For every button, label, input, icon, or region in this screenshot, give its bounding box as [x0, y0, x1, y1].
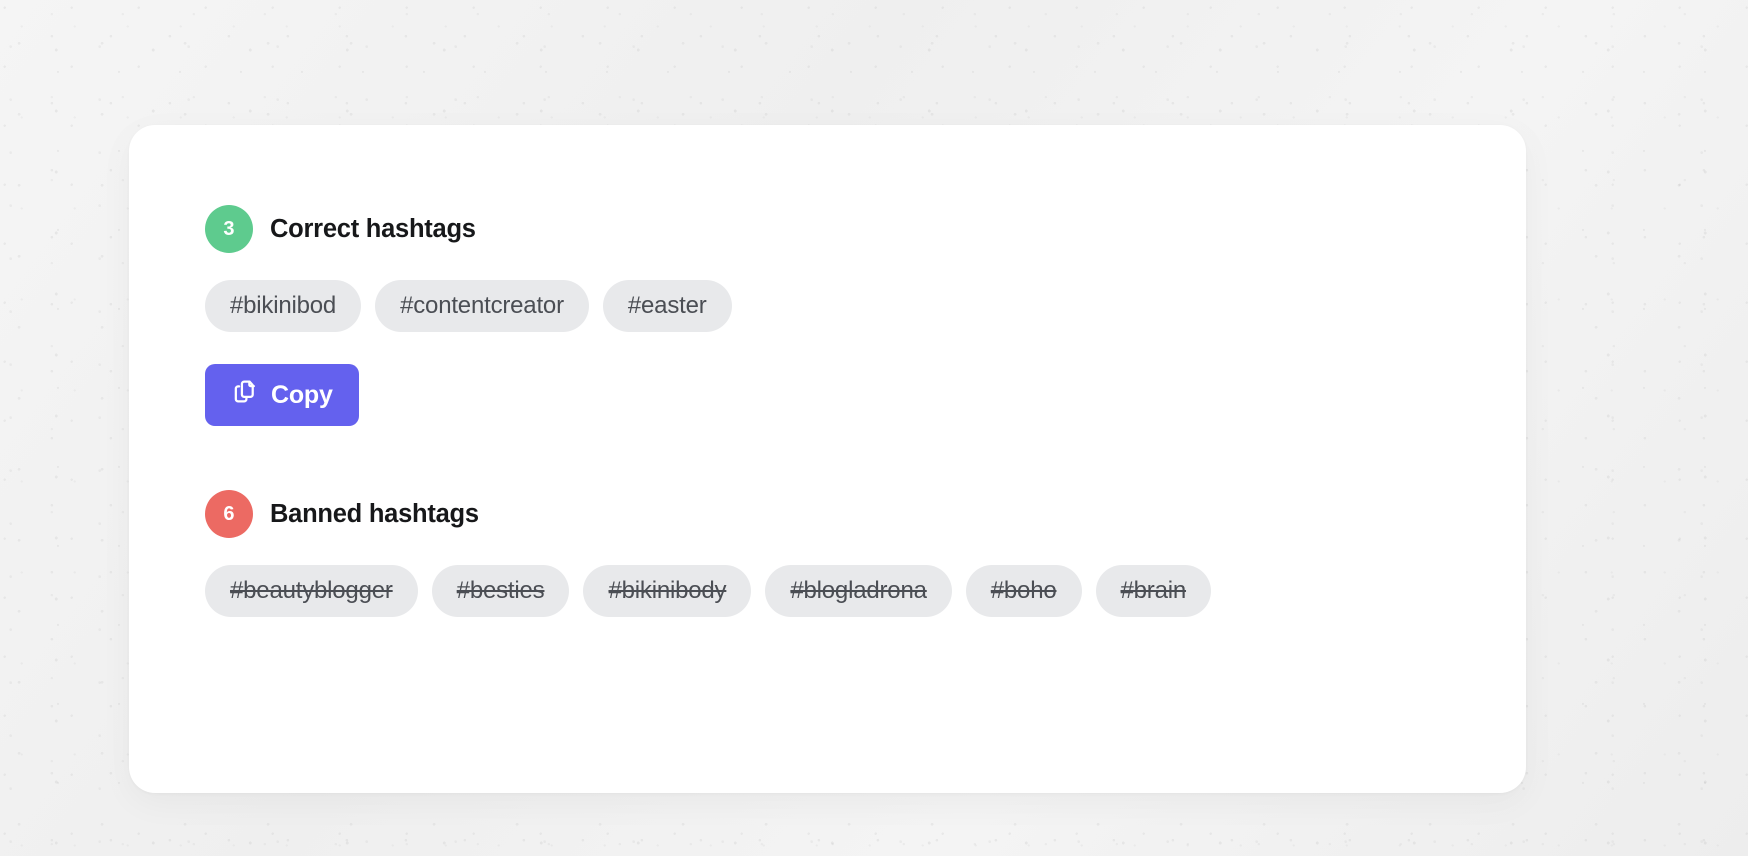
hashtag-results-card: 3 Correct hashtags #bikinibod #contentcr… [129, 125, 1526, 793]
correct-hashtags-title: Correct hashtags [270, 214, 476, 243]
banned-hashtags-title: Banned hashtags [270, 499, 479, 528]
hashtag-pill[interactable]: #bikinibod [205, 280, 362, 332]
banned-hashtags-heading: 6 Banned hashtags [205, 490, 1466, 538]
correct-hashtags-count-badge: 3 [205, 205, 253, 253]
banned-hashtags-list: #beautyblogger #besties #bikinibody #blo… [205, 565, 1466, 617]
section-correct-hashtags: 3 Correct hashtags #bikinibod #contentcr… [205, 205, 1466, 426]
section-divider-space [205, 426, 1466, 490]
hashtag-pill[interactable]: #besties [431, 565, 570, 617]
hashtag-pill[interactable]: #brain [1095, 565, 1212, 617]
hashtag-pill[interactable]: #bikinibody [583, 565, 752, 617]
copy-button-label: Copy [271, 380, 333, 409]
hashtag-pill[interactable]: #blogladrona [765, 565, 952, 617]
banned-hashtags-count-badge: 6 [205, 490, 253, 538]
copy-icon [231, 378, 258, 412]
correct-hashtags-list: #bikinibod #contentcreator #easter [205, 280, 1466, 332]
hashtag-pill[interactable]: #contentcreator [375, 280, 589, 332]
correct-hashtags-heading: 3 Correct hashtags [205, 205, 1466, 253]
hashtag-pill[interactable]: #beautyblogger [205, 565, 418, 617]
hashtag-pill[interactable]: #easter [602, 280, 732, 332]
copy-button[interactable]: Copy [205, 364, 359, 426]
section-banned-hashtags: 6 Banned hashtags #beautyblogger #bestie… [205, 490, 1466, 617]
card-content: 3 Correct hashtags #bikinibod #contentcr… [205, 205, 1466, 617]
hashtag-pill[interactable]: #boho [965, 565, 1082, 617]
